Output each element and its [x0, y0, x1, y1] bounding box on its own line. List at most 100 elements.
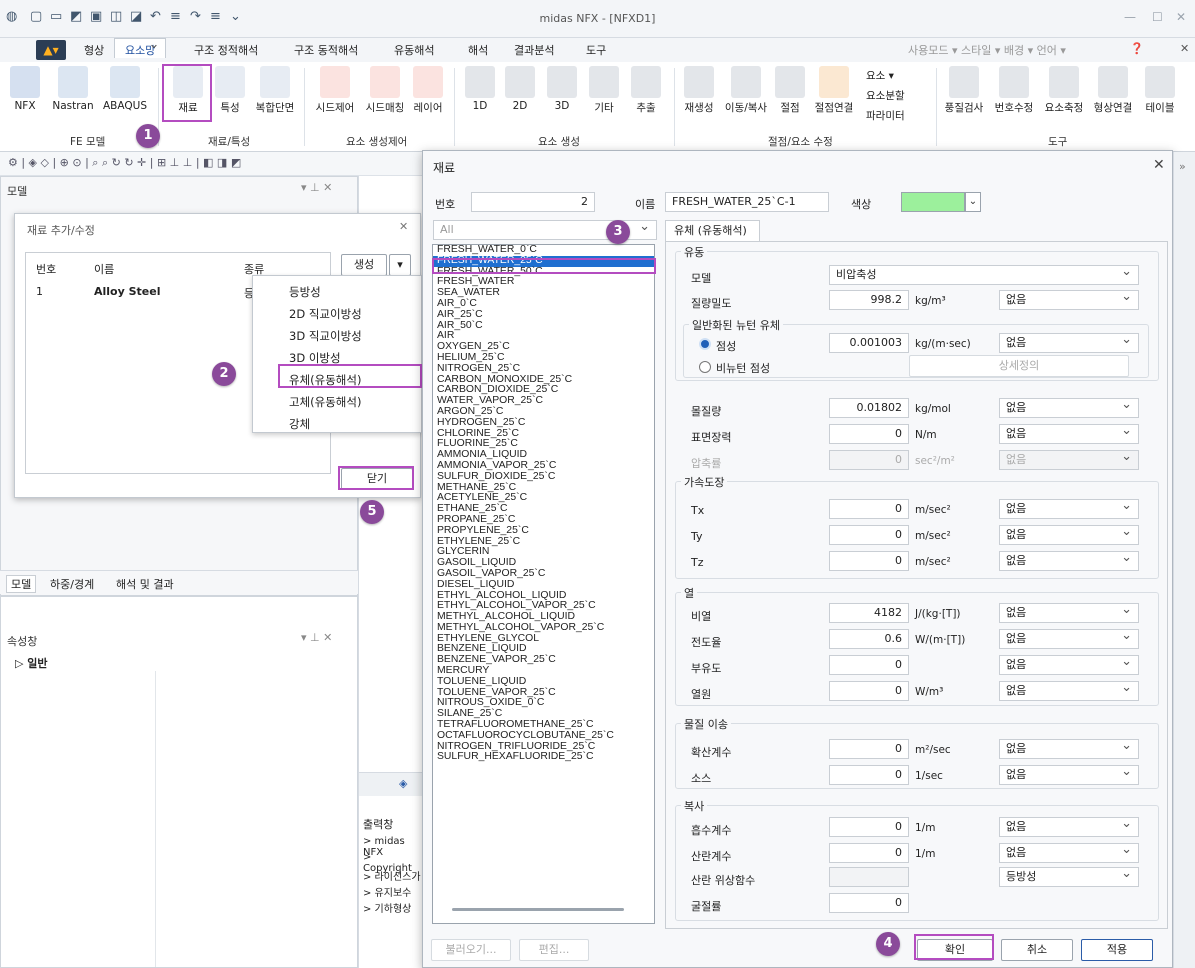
app-menu-icon[interactable]: ▲▾	[36, 40, 66, 60]
name-field[interactable]: FRESH_WATER_25`C-1	[665, 192, 829, 212]
viscosity-field[interactable]: 0.001003	[829, 333, 909, 353]
cancel-button[interactable]: 취소	[1001, 939, 1073, 961]
menu-results[interactable]: 결과분석	[514, 42, 554, 58]
mesh-2d-button[interactable]: 2D	[504, 66, 536, 112]
model-select[interactable]: 비압축성	[829, 263, 1139, 285]
element-measure-button[interactable]: 요소축정	[1040, 66, 1088, 115]
molar-field[interactable]: 0.01802	[829, 398, 909, 418]
row-name[interactable]: Alloy Steel	[94, 285, 160, 298]
surface-tension-field[interactable]: 0	[829, 424, 909, 444]
help-icon[interactable]: ❓	[1130, 42, 1144, 55]
seed-match-button[interactable]: 시드매칭	[360, 66, 410, 115]
mesh-1d-button[interactable]: 1D	[464, 66, 496, 112]
node-button[interactable]: 절점	[774, 66, 806, 115]
layer-button[interactable]: 레이어	[410, 66, 446, 115]
scattering-fn-select[interactable]: 없음	[999, 841, 1139, 863]
quality-check-button[interactable]: 풍질검사	[940, 66, 988, 115]
tx-field[interactable]: 0	[829, 499, 909, 519]
create-dropdown-icon[interactable]: ▾	[389, 254, 411, 276]
move-copy-button[interactable]: 이동/복사	[720, 66, 772, 115]
menu-dynamic[interactable]: 구조 동적해석	[294, 42, 358, 58]
menu-rigid[interactable]: 강체	[289, 416, 310, 432]
parameter-button[interactable]: 파라미터	[866, 108, 905, 123]
menu-right-options[interactable]: 사용모드 ▾ 스타일 ▾ 배경 ▾ 언어 ▾	[908, 42, 1066, 58]
element-menu-button[interactable]: 요소 ▾	[866, 68, 894, 83]
menu-3d-orthotropic[interactable]: 3D 직교이방성	[289, 328, 362, 344]
molar-fn-select[interactable]: 없음	[999, 396, 1139, 418]
buoyancy-field[interactable]: 0	[829, 655, 909, 675]
tab-load-boundary[interactable]: 하중/경계	[50, 576, 94, 592]
diffusion-field[interactable]: 0	[829, 739, 909, 759]
ty-fn-select[interactable]: 없음	[999, 523, 1139, 545]
apply-button[interactable]: 적용	[1081, 939, 1153, 961]
color-dropdown-icon[interactable]: ⌄	[965, 192, 981, 212]
tz-field[interactable]: 0	[829, 551, 909, 571]
maximize-icon[interactable]: ☐	[1152, 10, 1163, 24]
compressibility-fn-select[interactable]: 없음	[999, 448, 1139, 470]
diffusion-fn-select[interactable]: 없음	[999, 737, 1139, 759]
non-newtonian-radio[interactable]	[699, 361, 711, 373]
renumber-button[interactable]: 번호수정	[988, 66, 1040, 115]
material-list-item[interactable]: SULFUR_HEXAFLUORIDE_25`C	[433, 752, 654, 763]
nfx-button[interactable]: NFX	[10, 66, 40, 112]
buoyancy-fn-select[interactable]: 없음	[999, 653, 1139, 675]
composite-button[interactable]: 복합단면	[250, 66, 300, 115]
menu-2d-orthotropic[interactable]: 2D 직교이방성	[289, 306, 362, 322]
menu-isotropic[interactable]: 등방성	[289, 284, 321, 300]
panel-pin-icon[interactable]: ▾ ⊥ ✕	[301, 181, 332, 194]
menu-analysis[interactable]: 해석	[468, 42, 488, 58]
density-fn-select[interactable]: 없음	[999, 288, 1139, 310]
menu-shape[interactable]: 형상	[84, 42, 104, 58]
dialog-close-icon[interactable]: ✕	[1153, 157, 1165, 173]
element-split-button[interactable]: 요소분할	[866, 88, 905, 103]
menu-tools[interactable]: 도구	[586, 42, 606, 58]
nastran-button[interactable]: Nastran	[48, 66, 98, 112]
props-pin-icon[interactable]: ▾ ⊥ ✕	[301, 631, 332, 644]
conductivity-fn-select[interactable]: 없음	[999, 627, 1139, 649]
create-button[interactable]: 생성	[341, 254, 387, 276]
ty-field[interactable]: 0	[829, 525, 909, 545]
edit-button[interactable]: 편집...	[519, 939, 589, 961]
viscosity-radio-on[interactable]	[699, 338, 711, 350]
material-list-item[interactable]: AIR_25`C	[433, 309, 654, 321]
number-field[interactable]: 2	[471, 192, 595, 212]
table-button[interactable]: 테이블	[1140, 66, 1180, 115]
heat-source-field[interactable]: 0	[829, 681, 909, 701]
compressibility-field[interactable]: 0	[829, 450, 909, 470]
scattering-field[interactable]: 0	[829, 843, 909, 863]
load-button[interactable]: 불러오기...	[431, 939, 511, 961]
props-general[interactable]: ▷ 일반	[15, 655, 48, 671]
material-list-item[interactable]: HYDROGEN_25`C	[433, 417, 654, 429]
regenerate-button[interactable]: 재생성	[678, 66, 720, 115]
close-icon[interactable]: ✕	[1176, 10, 1186, 24]
material-list-item[interactable]: NITROGEN_25`C	[433, 363, 654, 375]
specific-heat-field[interactable]: 4182	[829, 603, 909, 623]
phase-function-select[interactable]: 등방성	[999, 865, 1139, 887]
viewport-tab-icon[interactable]: ◈	[399, 777, 407, 790]
specific-heat-fn-select[interactable]: 없음	[999, 601, 1139, 623]
shape-connect-button[interactable]: 형상연결	[1088, 66, 1138, 115]
dock-expand-icon[interactable]: »	[1179, 160, 1186, 173]
material-list-item[interactable]: DIESEL_LIQUID	[433, 579, 654, 591]
density-field[interactable]: 998.2	[829, 290, 909, 310]
material-dialog-close-icon[interactable]: ✕	[399, 220, 408, 233]
seed-control-button[interactable]: 시드제어	[310, 66, 360, 115]
list-scrollbar[interactable]	[452, 908, 624, 911]
row-number[interactable]: 1	[36, 285, 43, 298]
mesh-other-button[interactable]: 기타	[588, 66, 620, 115]
heat-source-fn-select[interactable]: 없음	[999, 679, 1139, 701]
minimize-icon[interactable]: —	[1124, 10, 1136, 24]
surface-tension-fn-select[interactable]: 없음	[999, 422, 1139, 444]
property-button[interactable]: 특성	[212, 66, 248, 115]
viscosity-fn-select[interactable]: 없음	[999, 331, 1139, 353]
tab-analysis-result[interactable]: 해석 및 결과	[116, 576, 174, 592]
view-toolbar-icons[interactable]: ⚙ | ◈ ◇ | ⊕ ⊙ | ⌕ ⌕ ↻ ↻ ✛ | ⊞ ⊥ ⊥ | ◧ ◨ …	[8, 156, 241, 170]
menu-static[interactable]: 구조 정적해석	[194, 42, 258, 58]
color-swatch[interactable]	[901, 192, 965, 212]
conductivity-field[interactable]: 0.6	[829, 629, 909, 649]
material-list-item[interactable]: SULFUR_DIOXIDE_25`C	[433, 471, 654, 483]
close-doc-icon[interactable]: ✕	[1180, 42, 1189, 55]
refraction-field[interactable]: 0	[829, 893, 909, 913]
detail-button[interactable]: 상세정의	[909, 355, 1129, 377]
material-list-item[interactable]: AIR_50`C	[433, 320, 654, 332]
